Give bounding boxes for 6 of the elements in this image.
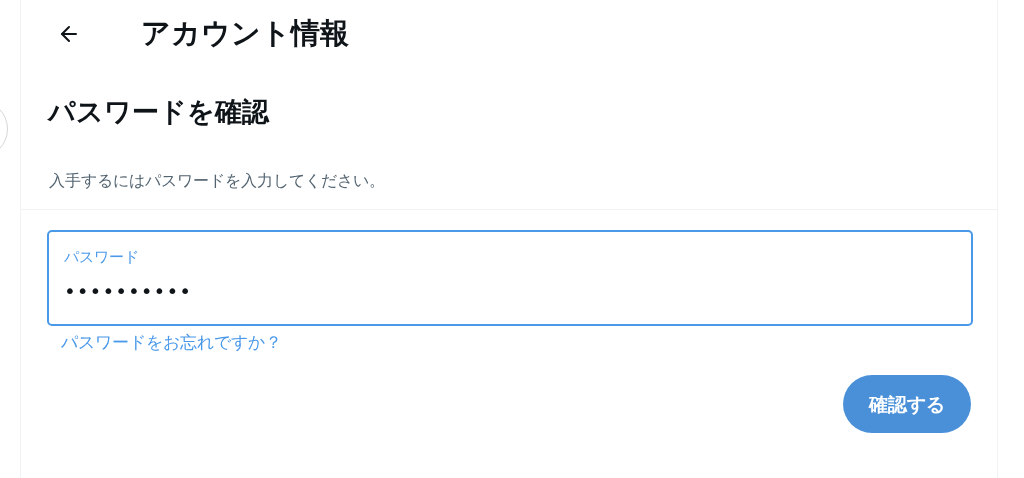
page-title: アカウント情報 [141,15,349,53]
password-field[interactable]: パスワード •••••••••• [47,229,973,326]
field-label: パスワード [64,246,140,268]
description-text: 入手するにはパスワードを入力してください。 [49,170,385,190]
password-value[interactable]: •••••••••• [64,276,956,306]
section-heading: パスワードを確認 [48,96,269,127]
